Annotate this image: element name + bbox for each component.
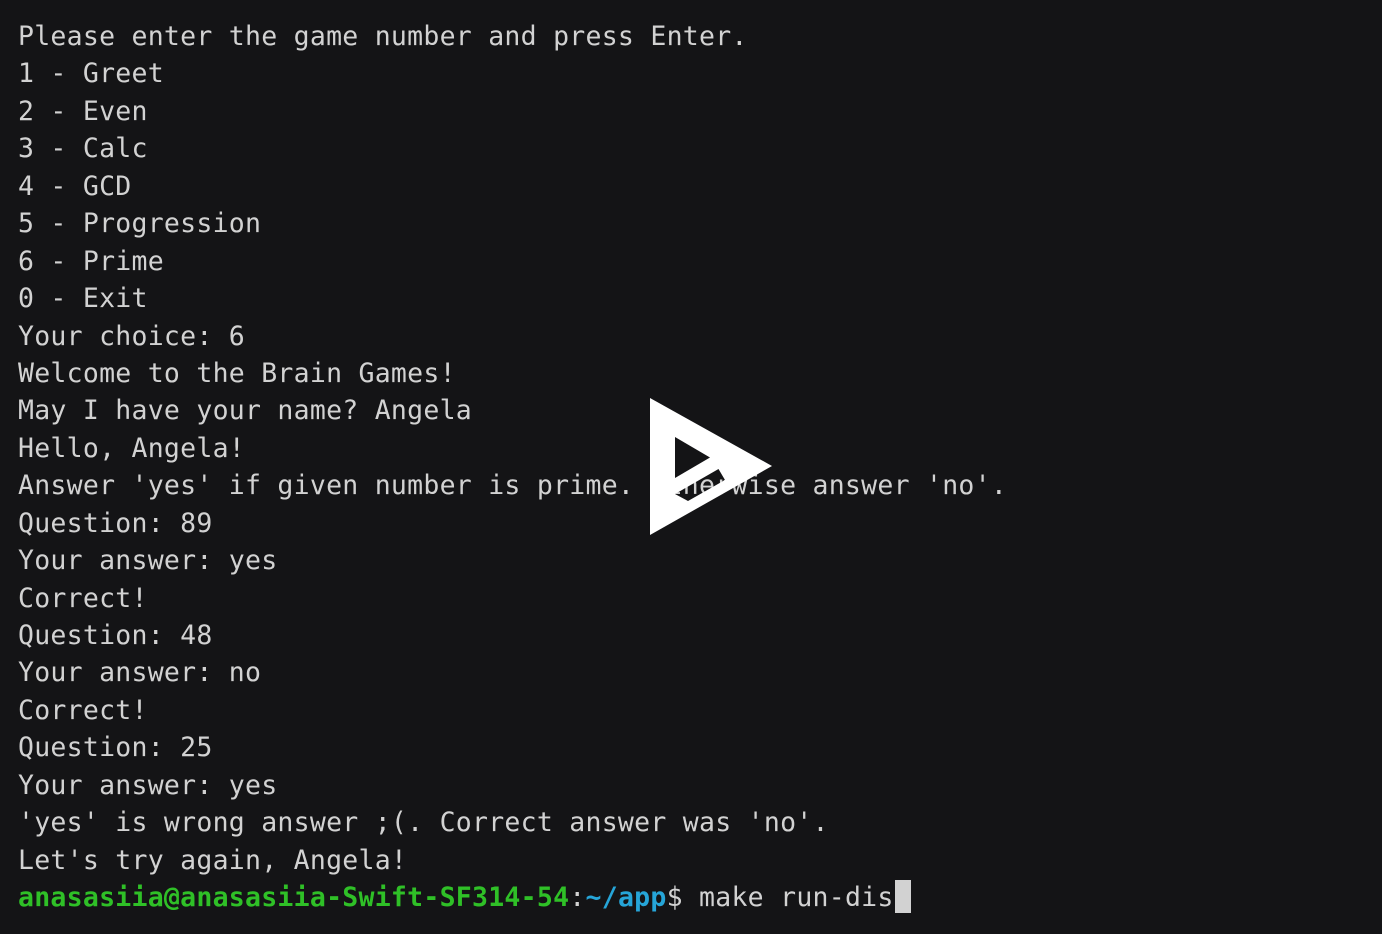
terminal-line: 5 - Progression — [18, 208, 262, 240]
terminal-line: Your answer: yes — [18, 545, 278, 577]
terminal-line: 3 - Calc — [18, 133, 148, 165]
prompt-path: ~/app — [585, 882, 667, 914]
terminal-line: 'yes' is wrong answer ;(. Correct answer… — [18, 807, 829, 839]
terminal-line: 6 - Prime — [18, 245, 164, 277]
terminal-line: 1 - Greet — [18, 58, 164, 90]
play-triangle — [650, 398, 772, 535]
terminal-line: Your answer: yes — [18, 769, 278, 801]
terminal-line: 2 - Even — [18, 95, 148, 127]
terminal-line: Your answer: no — [18, 657, 262, 689]
play-button[interactable] — [646, 394, 778, 542]
prompt-user-host: anasasiia@anasasiia-Swift-SF314-54 — [18, 882, 570, 914]
prompt-colon: : — [569, 882, 586, 914]
terminal-line: Question: 48 — [18, 620, 213, 651]
terminal-line: Correct! — [18, 582, 148, 614]
terminal-line: Welcome to the Brain Games! — [18, 357, 456, 389]
terminal-line: Question: 25 — [18, 732, 213, 764]
terminal-window[interactable]: Please enter the game number and press E… — [0, 0, 1382, 934]
terminal-line: Correct! — [18, 694, 148, 726]
prompt-symbol: $ — [666, 882, 700, 914]
terminal-line: 4 - GCD — [18, 170, 132, 202]
terminal-prompt-line[interactable]: anasasiia@anasasiia-Swift-SF314-54:~/app… — [18, 879, 1382, 916]
text-cursor — [894, 880, 911, 914]
command-input[interactable]: make run-dis — [699, 882, 894, 913]
terminal-line: Your choice: 6 — [18, 320, 246, 352]
terminal-line: Let's try again, Angela! — [18, 844, 408, 876]
terminal-line: 0 - Exit — [18, 283, 148, 315]
terminal-line: Please enter the game number and press E… — [18, 21, 748, 52]
